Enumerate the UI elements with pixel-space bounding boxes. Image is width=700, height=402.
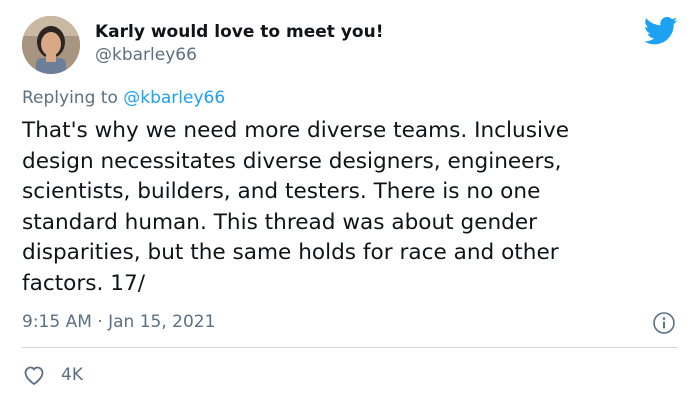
divider [22,347,678,348]
tweet-text-line: design necessitates diverse designers, e… [22,148,562,174]
like-count: 4K [61,365,83,385]
tweet-text-line: That's why we need more diverse teams. I… [22,118,570,143]
author-display-name[interactable]: Karly would love to meet you! [95,22,383,42]
author-handle[interactable]: @kbarley66 [95,45,197,65]
tweet-card: Karly would love to meet you! @kbarley66… [0,0,700,402]
tweet-timestamp[interactable]: 9:15 AM · Jan 15, 2021 [22,312,215,332]
tweet-text-line: factors. 17/ [22,270,145,296]
replying-to-label: Replying to [22,88,118,108]
replying-to: Replying to @kbarley66 [22,88,225,108]
twitter-bird-icon[interactable] [643,16,678,46]
reply-mention-link[interactable]: @kbarley66 [123,88,225,108]
like-button[interactable]: 4K [22,364,83,386]
info-icon[interactable] [652,311,676,335]
avatar[interactable] [22,16,80,74]
tweet-text-line: scientists, builders, and testers. There… [22,179,541,205]
tweet-text-line: disparities, but the same holds for race… [22,240,559,266]
heart-icon [24,366,44,385]
tweet-text: That's why we need more diverse teams. I… [22,116,682,300]
tweet-text-line: standard human. This thread was about ge… [22,209,538,235]
